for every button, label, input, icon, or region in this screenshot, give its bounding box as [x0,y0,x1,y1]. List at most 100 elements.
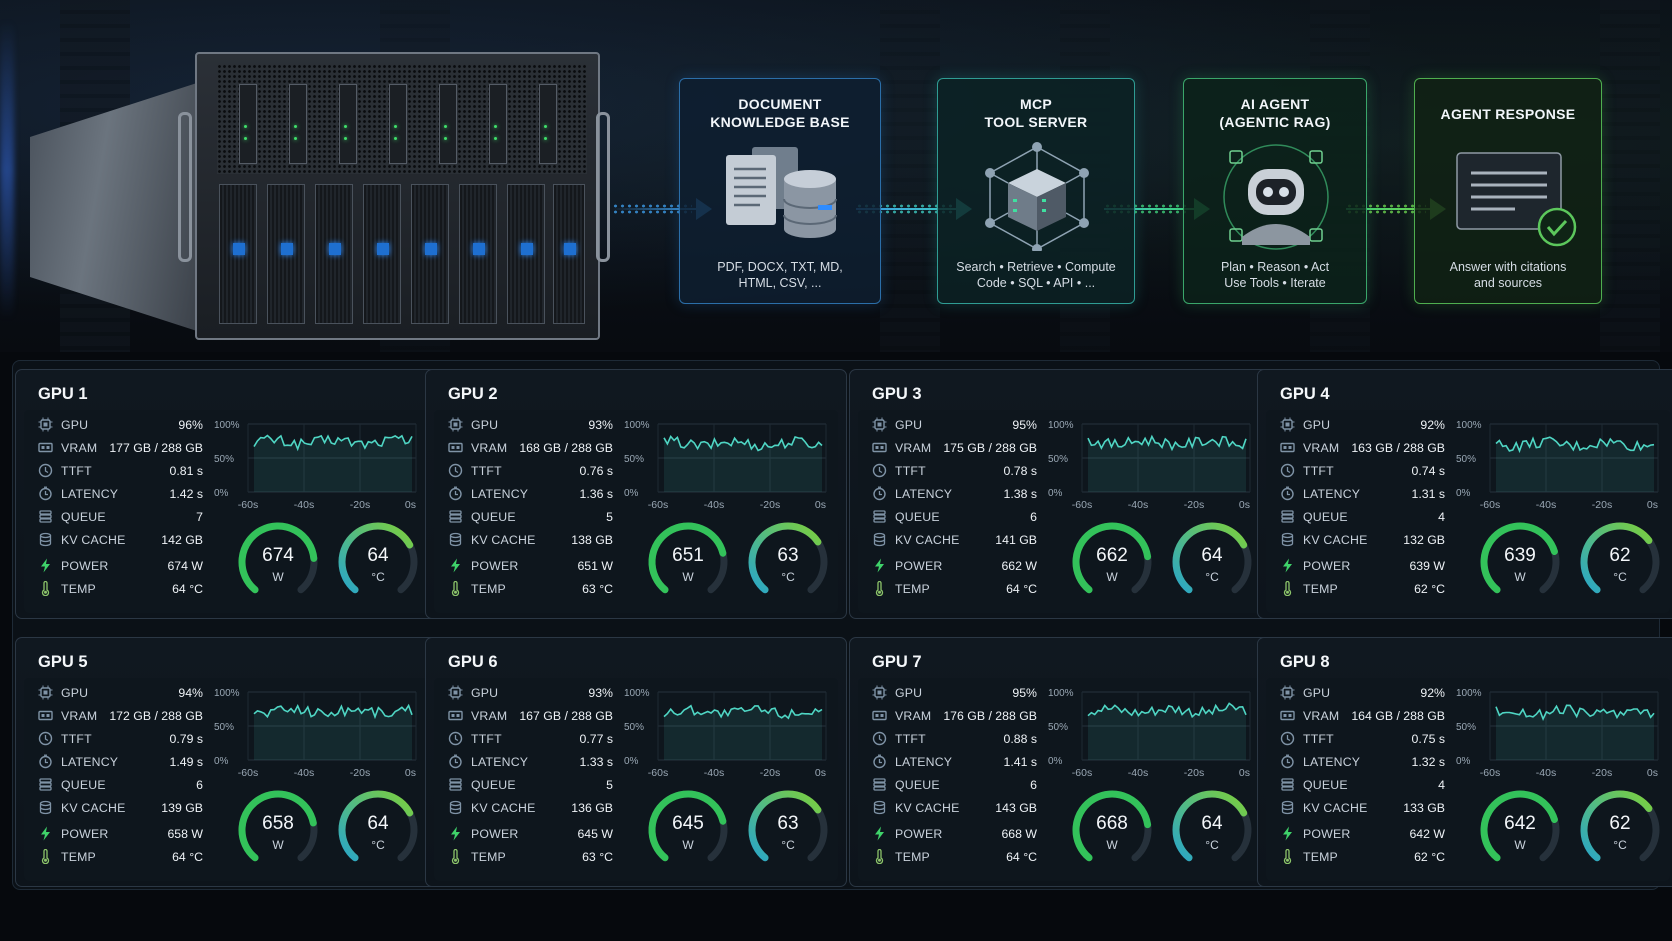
metric-value: 0.77 s [579,732,614,746]
metric-label: LATENCY [471,487,529,501]
clock-icon [448,463,463,478]
gpu-card-body: GPU 93% VRAM 167 GB / 288 GB TTFT 0.77 s… [434,678,838,881]
gpu-card-title: GPU 1 [38,385,88,403]
temp-gauge: 64 °C [1168,786,1256,874]
metric-power: POWER 639 W [1280,557,1445,575]
metric-gpu: GPU 92% [1280,416,1445,434]
thermometer-icon [1280,848,1295,865]
metric-gpu: GPU 93% [448,416,613,434]
metric-value: 6 [1030,778,1037,792]
metric-queue: QUEUE 6 [872,776,1037,794]
gpu-card[interactable]: GPU 8 GPU 92% VRAM 164 GB / 288 GB TTFT … [1257,637,1672,887]
metric-label: QUEUE [61,510,106,524]
power-gauge-value: 651 [672,545,704,566]
metric-power: POWER 651 W [448,557,613,575]
utilization-sparkline: 100% 50% 0% -60s -40s -20s 0s [210,412,424,512]
gpu-card[interactable]: GPU 2 GPU 93% VRAM 168 GB / 288 GB TTFT … [425,369,847,619]
y-tick-label: 50% [1048,454,1068,465]
metric-power: POWER 645 W [448,825,613,843]
metric-label: TEMP [1303,850,1338,864]
metric-latency: LATENCY 1.36 s [448,485,613,503]
temp-gauge-value: 62 [1609,545,1631,566]
metric-latency: LATENCY 1.42 s [38,485,203,503]
robot-agent-icon [1223,144,1329,250]
metric-value: 94% [178,686,203,700]
power-gauge-value: 639 [1504,545,1536,566]
metric-vram: VRAM 172 GB / 288 GB [38,707,203,725]
power-gauge: 668 W [1068,786,1156,874]
power-gauge-unit: W [1514,570,1526,584]
x-tick-label: 0s [405,499,416,511]
metric-vram: VRAM 167 GB / 288 GB [448,707,613,725]
metric-power: POWER 674 W [38,557,203,575]
metric-latency: LATENCY 1.41 s [872,753,1037,771]
gpu-card[interactable]: GPU 5 GPU 94% VRAM 172 GB / 288 GB TTFT … [15,637,437,887]
metric-label: TTFT [471,732,502,746]
queue-icon [1280,509,1295,524]
metric-latency: LATENCY 1.38 s [872,485,1037,503]
metric-gpu: GPU 95% [872,416,1037,434]
temp-gauge-unit: °C [1613,838,1627,852]
metric-value: 133 GB [1403,801,1445,815]
power-gauge-unit: W [682,570,694,584]
thermometer-icon [448,848,463,865]
utilization-sparkline: 100% 50% 0% -60s -40s -20s 0s [210,680,424,780]
temp-gauge: 63 °C [744,518,832,606]
metric-value: 172 GB / 288 GB [109,709,203,723]
metric-ttft: TTFT 0.74 s [1280,462,1445,480]
metric-kv: KV CACHE 141 GB [872,531,1037,549]
metric-label: TTFT [61,464,92,478]
stage-subtitle: Answer with citations and sources [1449,260,1567,290]
x-tick-label: -40s [704,767,724,779]
metric-label: TEMP [895,850,930,864]
chip-icon [872,417,887,432]
y-tick-label: 0% [1048,488,1063,499]
metric-value: 0.88 s [1003,732,1038,746]
gpu-card[interactable]: GPU 4 GPU 92% VRAM 163 GB / 288 GB TTFT … [1257,369,1672,619]
metric-value: 95% [1012,418,1037,432]
metric-value: 62 °C [1414,582,1445,596]
stopwatch-icon [872,754,887,769]
gpu-card[interactable]: GPU 3 GPU 95% VRAM 175 GB / 288 GB TTFT … [849,369,1271,619]
metric-value: 674 W [167,559,203,573]
thermometer-icon [38,580,53,597]
lightning-icon [872,558,887,573]
chip-icon [38,417,53,432]
background-rack [1600,0,1660,352]
metric-value: 168 GB / 288 GB [519,441,613,455]
metric-value: 0.81 s [169,464,204,478]
x-tick-label: 0s [1647,767,1658,779]
database-icon [38,532,53,547]
gpu-card[interactable]: GPU 1 GPU 96% VRAM 177 GB / 288 GB TTFT … [15,369,437,619]
metric-label: KV CACHE [471,533,536,547]
x-tick-label: -20s [760,767,780,779]
x-tick-label: -40s [294,499,314,511]
metric-value: 95% [1012,686,1037,700]
gpu-card[interactable]: GPU 7 GPU 95% VRAM 176 GB / 288 GB TTFT … [849,637,1271,887]
gpu-card[interactable]: GPU 6 GPU 93% VRAM 167 GB / 288 GB TTFT … [425,637,847,887]
metric-value: 0.78 s [1003,464,1038,478]
power-gauge: 658 W [234,786,322,874]
drive-bay [239,84,257,164]
metric-value: 64 °C [1006,582,1037,596]
clock-icon [448,731,463,746]
metric-label: VRAM [61,709,98,723]
x-tick-label: -20s [1592,767,1612,779]
queue-icon [872,509,887,524]
sparkline-svg: 100% 50% 0% -60s -40s -20s 0s [1048,688,1251,779]
metric-latency: LATENCY 1.49 s [38,753,203,771]
power-gauge: 662 W [1068,518,1156,606]
metric-value: 651 W [577,559,613,573]
metric-label: TEMP [1303,582,1338,596]
metric-value: 662 W [1001,559,1037,573]
metric-latency: LATENCY 1.32 s [1280,753,1445,771]
metric-value: 1.31 s [1411,487,1446,501]
metric-vram: VRAM 164 GB / 288 GB [1280,707,1445,725]
y-tick-label: 100% [214,688,240,699]
gpu-card-body: GPU 96% VRAM 177 GB / 288 GB TTFT 0.81 s… [24,410,428,613]
thermometer-icon [448,580,463,597]
stage-subtitle: PDF, DOCX, TXT, MD, HTML, CSV, ... [717,260,843,290]
metric-value: 639 W [1409,559,1445,573]
metric-label: TTFT [895,464,926,478]
power-gauge-value: 662 [1096,545,1128,566]
